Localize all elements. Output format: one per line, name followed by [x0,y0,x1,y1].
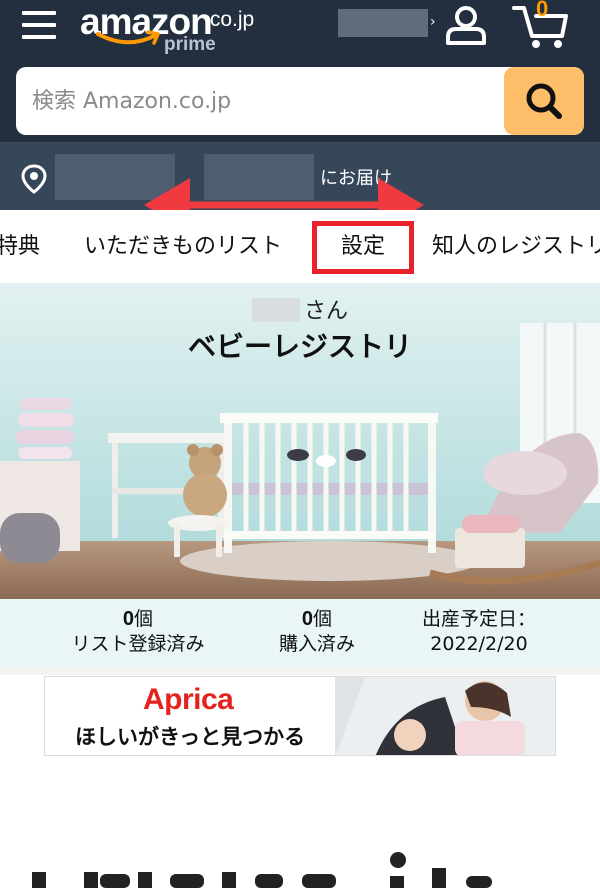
cut-off-heading-graphic [32,852,492,888]
tab-settings[interactable]: 設定 [341,210,385,283]
registry-stats: 0個 リスト登録済み 0個 購入済み 出産予定日： 2022/2/20 [0,599,600,667]
chevron-right-icon: › [430,14,436,30]
tab-gift-list[interactable]: いただきものリスト [84,210,282,283]
tab-benefits[interactable]: 特典 [0,210,40,283]
user-icon[interactable] [444,5,488,45]
logo-tld: .co.jp [204,8,255,31]
cart-count: 0 [536,0,549,21]
stat-purchased[interactable]: 0個 購入済み [258,607,376,657]
ad-photo [335,677,555,755]
search-box [16,67,584,135]
registry-tabs: 特典 いただきものリスト 設定 知人のレジストリ [0,210,600,283]
top-navigation-bar: amazon .co.jp prime › 0 [0,0,600,60]
search-icon [526,83,562,119]
address-redacted [55,154,175,200]
location-pin-icon [21,164,47,194]
deliver-label: にお届け [320,168,392,189]
amazon-logo[interactable]: amazon .co.jp prime [80,0,280,60]
user-name-redacted [251,298,300,322]
address-redacted [204,154,314,200]
menu-icon[interactable] [22,10,56,40]
tab-friends-registry[interactable]: 知人のレジストリ [432,210,600,283]
search-button[interactable] [504,67,584,135]
hero-greeting: さん [0,293,600,325]
account-name-redacted[interactable] [338,9,428,37]
stat-listed[interactable]: 0個 リスト登録済み [66,607,210,657]
registry-hero-banner: さん ベビーレジストリ [0,283,600,599]
hero-title: ベビーレジストリ [187,330,412,363]
search-input[interactable] [16,67,504,135]
deliver-to-bar[interactable]: にお届け [0,142,600,210]
smile-arrow-icon [96,30,160,45]
aprica-ad-banner[interactable]: Aprica ほしいがきっと見つかる [44,676,556,756]
ad-brand: Aprica [143,683,234,716]
logo-prime: prime [164,34,216,55]
stat-due-date[interactable]: 出産予定日： 2022/2/20 [408,607,550,657]
search-band [0,60,600,142]
ad-copy: ほしいがきっと見つかる [75,725,306,749]
section-divider [0,667,600,675]
